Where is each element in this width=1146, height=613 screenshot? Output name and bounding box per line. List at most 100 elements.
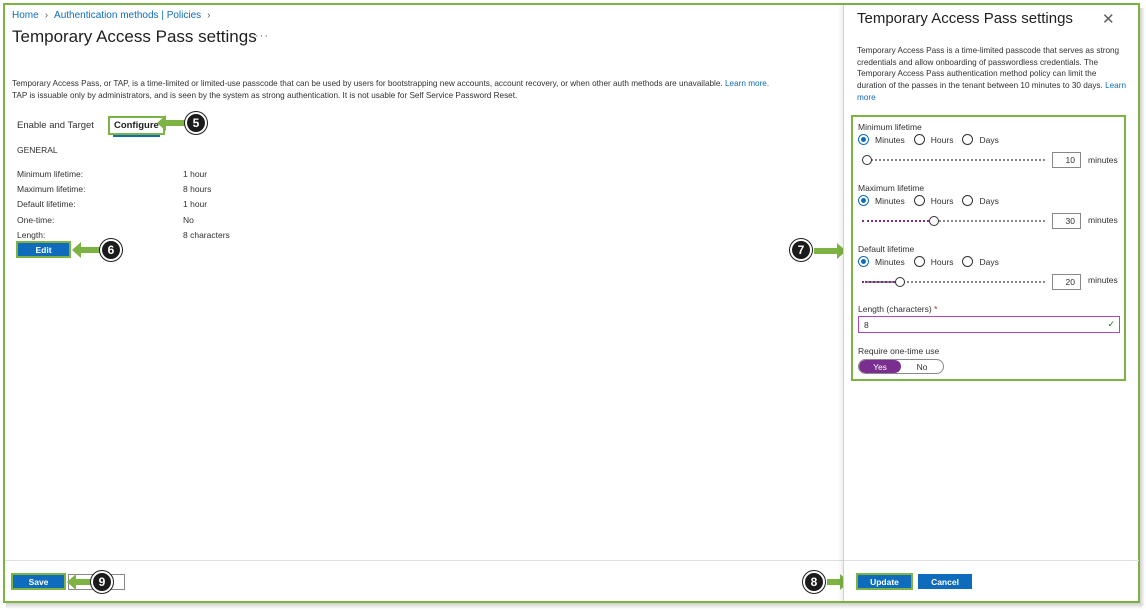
default-radio-minutes[interactable]: Minutes xyxy=(858,256,905,267)
description-text-2: TAP is issuable only by administrators, … xyxy=(12,91,518,100)
property-label: Minimum lifetime: xyxy=(17,168,84,179)
close-icon[interactable]: ✕ xyxy=(1102,10,1115,28)
slider-track xyxy=(862,159,1045,161)
radio-icon xyxy=(962,256,974,267)
slider-thumb[interactable] xyxy=(862,155,872,165)
default-lifetime-input[interactable]: 20 xyxy=(1052,274,1081,290)
maximum-lifetime-label: Maximum lifetime xyxy=(858,183,925,193)
save-button[interactable]: Save xyxy=(11,573,66,590)
property-label: Default lifetime: xyxy=(17,199,76,210)
callout-badge-9: 9 xyxy=(91,571,113,593)
radio-icon xyxy=(913,134,925,145)
slider-fill xyxy=(862,281,895,283)
minimum-lifetime-radio-group: Minutes Hours Days xyxy=(858,134,1008,145)
radio-label: Hours xyxy=(930,134,954,145)
radio-label: Days xyxy=(979,134,999,145)
length-input[interactable]: 8 ✓ xyxy=(858,316,1120,333)
minimum-lifetime-slider[interactable] xyxy=(862,155,1045,165)
maximum-radio-minutes[interactable]: Minutes xyxy=(858,195,905,206)
property-row: Minimum lifetime: 1 hour xyxy=(17,166,230,181)
radio-label: Minutes xyxy=(875,195,905,206)
slider-thumb[interactable] xyxy=(895,277,905,287)
length-label-text: Length (characters) xyxy=(858,304,932,314)
chevron-right-icon: › xyxy=(44,10,49,21)
frame-shadow xyxy=(6,603,1142,609)
radio-label: Days xyxy=(979,195,999,206)
property-value: 8 hours xyxy=(183,183,212,194)
more-options-icon[interactable]: ··· xyxy=(255,30,269,42)
maximum-lifetime-input[interactable]: 30 xyxy=(1052,213,1081,229)
radio-selected-icon xyxy=(858,134,869,145)
minimum-radio-minutes[interactable]: Minutes xyxy=(858,134,905,145)
minimum-radio-hours[interactable]: Hours xyxy=(913,134,954,145)
radio-icon xyxy=(962,195,974,206)
tab-bar: Enable and Target Configure xyxy=(17,116,165,137)
property-value: No xyxy=(183,214,194,225)
minimum-radio-days[interactable]: Days xyxy=(962,134,999,145)
radio-icon xyxy=(913,256,925,267)
callout-badge-8: 8 xyxy=(803,571,825,593)
maximum-lifetime-radio-group: Minutes Hours Days xyxy=(858,195,1008,206)
panel-title: Temporary Access Pass settings xyxy=(857,10,1073,27)
default-radio-hours[interactable]: Hours xyxy=(913,256,954,267)
property-label: One-time: xyxy=(17,214,55,225)
settings-panel: Temporary Access Pass settings ✕ Tempora… xyxy=(843,5,1139,601)
one-time-label: Require one-time use xyxy=(858,346,940,356)
maximum-lifetime-unit: minutes xyxy=(1088,215,1118,225)
radio-icon xyxy=(913,195,925,206)
general-properties: Minimum lifetime: 1 hour Maximum lifetim… xyxy=(17,166,230,242)
chevron-right-icon: › xyxy=(207,10,211,21)
minimum-lifetime-input[interactable]: 10 xyxy=(1052,152,1081,168)
property-row: One-time: No xyxy=(17,212,230,227)
breadcrumb-policies[interactable]: Authentication methods | Policies xyxy=(54,10,201,21)
radio-label: Days xyxy=(979,256,999,267)
maximum-radio-hours[interactable]: Hours xyxy=(913,195,954,206)
panel-description: Temporary Access Pass is a time-limited … xyxy=(857,45,1127,104)
tab-enable-and-target[interactable]: Enable and Target xyxy=(17,120,94,131)
radio-label: Hours xyxy=(930,195,954,206)
property-label: Length: xyxy=(17,229,46,240)
toggle-no-option[interactable]: No xyxy=(901,360,943,373)
breadcrumb: Home › Authentication methods | Policies… xyxy=(12,10,211,21)
callout-arrow xyxy=(72,242,102,258)
footer-divider xyxy=(5,560,843,561)
property-label: Maximum lifetime: xyxy=(17,183,86,194)
learn-more-link[interactable]: Learn more. xyxy=(725,79,769,88)
property-value: 1 hour xyxy=(183,199,208,210)
property-row: Default lifetime: 1 hour xyxy=(17,197,230,212)
panel-description-text: Temporary Access Pass is a time-limited … xyxy=(857,46,1120,91)
radio-selected-icon xyxy=(858,256,869,267)
description-text-1: Temporary Access Pass, or TAP, is a time… xyxy=(12,79,723,88)
page-description: Temporary Access Pass, or TAP, is a time… xyxy=(12,78,812,102)
toggle-yes-option[interactable]: Yes xyxy=(859,360,901,373)
radio-label: Hours xyxy=(930,256,954,267)
cancel-button[interactable]: Cancel xyxy=(918,574,972,589)
minimum-lifetime-label: Minimum lifetime xyxy=(858,122,922,132)
default-lifetime-radio-group: Minutes Hours Days xyxy=(858,256,1008,267)
length-label: Length (characters) * xyxy=(858,304,937,314)
default-lifetime-unit: minutes xyxy=(1088,275,1118,285)
page-title: Temporary Access Pass settings xyxy=(12,27,257,46)
default-lifetime-slider[interactable] xyxy=(862,277,1045,287)
radio-label: Minutes xyxy=(875,134,905,145)
panel-footer-divider xyxy=(844,560,1139,561)
breadcrumb-home[interactable]: Home xyxy=(12,10,39,21)
property-value: 1 hour xyxy=(183,168,208,179)
required-marker: * xyxy=(934,304,938,314)
length-value: 8 xyxy=(864,319,869,330)
edit-button[interactable]: Edit xyxy=(16,241,71,258)
one-time-toggle[interactable]: Yes No xyxy=(858,359,944,374)
lifetime-settings-group: Minimum lifetime Minutes Hours Days 10 m… xyxy=(851,115,1126,381)
property-row: Maximum lifetime: 8 hours xyxy=(17,181,230,196)
maximum-lifetime-slider[interactable] xyxy=(862,216,1045,226)
radio-label: Minutes xyxy=(875,256,905,267)
default-radio-days[interactable]: Days xyxy=(962,256,999,267)
property-value: 8 characters xyxy=(183,229,230,240)
frame-shadow-right xyxy=(1140,8,1145,606)
callout-badge-6: 6 xyxy=(100,239,122,261)
general-heading: GENERAL xyxy=(17,145,58,155)
default-lifetime-label: Default lifetime xyxy=(858,244,915,254)
maximum-radio-days[interactable]: Days xyxy=(962,195,999,206)
update-button[interactable]: Update xyxy=(856,573,913,590)
slider-thumb[interactable] xyxy=(929,216,939,226)
